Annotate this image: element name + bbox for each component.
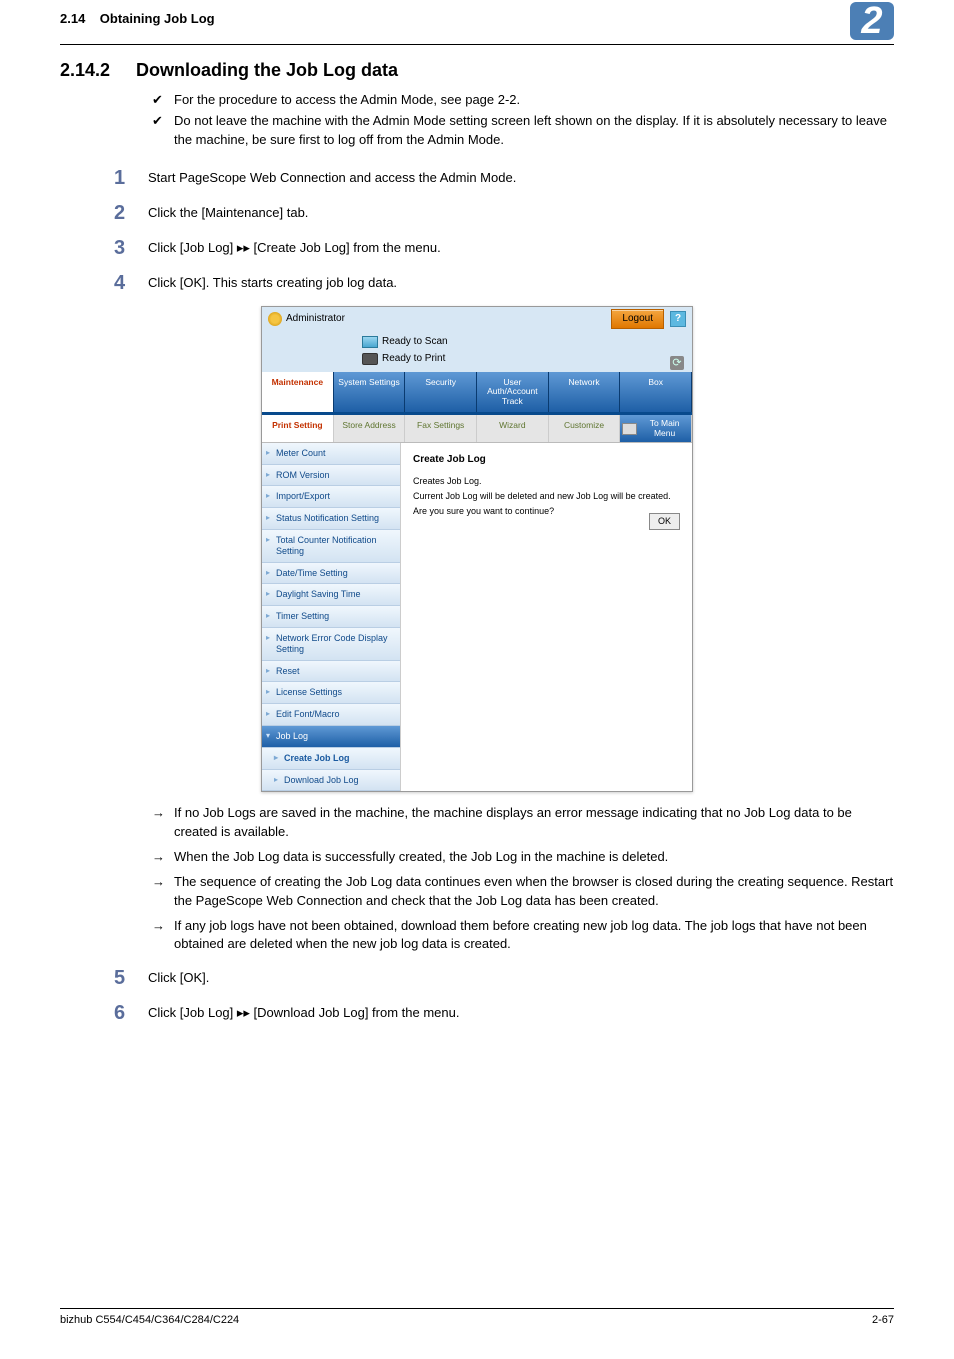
sidebar-item-rom-version[interactable]: ROM Version bbox=[262, 465, 400, 487]
content-title: Create Job Log bbox=[413, 453, 680, 468]
step-number: 5 bbox=[114, 964, 148, 993]
subtab-print-setting[interactable]: Print Setting bbox=[262, 415, 334, 442]
admin-icon bbox=[268, 312, 282, 326]
main-tabs: Maintenance System Settings Security Use… bbox=[262, 372, 692, 415]
sidebar-item-network-error[interactable]: Network Error Code Display Setting bbox=[262, 628, 400, 661]
tab-box[interactable]: Box bbox=[620, 372, 692, 412]
sidebar-item-daylight-saving[interactable]: Daylight Saving Time bbox=[262, 584, 400, 606]
sidebar-item-meter-count[interactable]: Meter Count bbox=[262, 443, 400, 465]
step-text: Click [Job Log] ▸▸ [Download Job Log] fr… bbox=[148, 999, 460, 1023]
sidebar-item-reset[interactable]: Reset bbox=[262, 661, 400, 683]
subtab-customize[interactable]: Customize bbox=[549, 415, 621, 442]
screenshot-titlebar: Administrator Logout ? bbox=[262, 307, 692, 332]
tab-maintenance[interactable]: Maintenance bbox=[262, 372, 334, 412]
tab-system-settings[interactable]: System Settings bbox=[334, 372, 406, 412]
note-item: If no Job Logs are saved in the machine,… bbox=[152, 804, 894, 842]
sub-tabs: Print Setting Store Address Fax Settings… bbox=[262, 415, 692, 443]
step-text: Click [OK]. This starts creating job log… bbox=[148, 269, 397, 293]
ok-button[interactable]: OK bbox=[649, 513, 680, 530]
step-number: 2 bbox=[114, 199, 148, 228]
step-text: Click [OK]. bbox=[148, 964, 209, 988]
sidebar-item-create-job-log[interactable]: Create Job Log bbox=[262, 748, 400, 770]
print-icon bbox=[362, 353, 378, 365]
footer-page: 2-67 bbox=[872, 1313, 894, 1329]
scan-icon bbox=[362, 336, 378, 348]
tab-network[interactable]: Network bbox=[549, 372, 621, 412]
step-number: 4 bbox=[114, 269, 148, 298]
content-line: Creates Job Log. bbox=[413, 475, 680, 488]
step-number: 6 bbox=[114, 999, 148, 1028]
sidebar-item-status-notification[interactable]: Status Notification Setting bbox=[262, 508, 400, 530]
sidebar-item-download-job-log[interactable]: Download Job Log bbox=[262, 770, 400, 792]
section-number: 2.14.2 bbox=[60, 57, 110, 83]
keyboard-icon bbox=[622, 423, 637, 435]
sidebar-item-total-counter[interactable]: Total Counter Notification Setting bbox=[262, 530, 400, 563]
subtab-to-main-menu[interactable]: To Main Menu bbox=[620, 415, 692, 442]
step-number: 3 bbox=[114, 234, 148, 263]
sidebar-item-edit-font-macro[interactable]: Edit Font/Macro bbox=[262, 704, 400, 726]
content-line: Are you sure you want to continue? bbox=[413, 505, 680, 518]
sidebar-item-date-time[interactable]: Date/Time Setting bbox=[262, 563, 400, 585]
step-number: 1 bbox=[114, 164, 148, 193]
content-line: Current Job Log will be deleted and new … bbox=[413, 490, 680, 503]
chapter-badge: 2 bbox=[850, 2, 894, 40]
subtab-to-main-label: To Main Menu bbox=[640, 419, 689, 438]
ready-scan-label: Ready to Scan bbox=[382, 335, 448, 350]
page-footer: bizhub C554/C454/C364/C284/C224 2-67 bbox=[60, 1308, 894, 1329]
note-item: The sequence of creating the Job Log dat… bbox=[152, 873, 894, 911]
footer-model: bizhub C554/C454/C364/C284/C224 bbox=[60, 1313, 239, 1329]
tab-security[interactable]: Security bbox=[405, 372, 477, 412]
status-bar: Ready to Scan Ready to Print ⟳ bbox=[262, 331, 692, 372]
help-button[interactable]: ? bbox=[670, 311, 686, 327]
refresh-icon[interactable]: ⟳ bbox=[670, 356, 684, 370]
sidebar: Meter Count ROM Version Import/Export St… bbox=[262, 443, 401, 792]
note-item: If any job logs have not been obtained, … bbox=[152, 917, 894, 955]
section-title: Downloading the Job Log data bbox=[136, 57, 398, 83]
step-text: Start PageScope Web Connection and acces… bbox=[148, 164, 516, 188]
prereq-item: For the procedure to access the Admin Mo… bbox=[152, 91, 894, 110]
section-heading: 2.14.2 Downloading the Job Log data bbox=[60, 57, 894, 83]
sidebar-item-import-export[interactable]: Import/Export bbox=[262, 486, 400, 508]
step-text: Click the [Maintenance] tab. bbox=[148, 199, 308, 223]
prereq-list: For the procedure to access the Admin Mo… bbox=[152, 91, 894, 150]
section-ref: 2.14 bbox=[60, 11, 85, 26]
ready-print-label: Ready to Print bbox=[382, 352, 445, 367]
screenshot-panel: Administrator Logout ? Ready to Scan Rea… bbox=[261, 306, 693, 793]
note-item: When the Job Log data is successfully cr… bbox=[152, 848, 894, 867]
logout-button[interactable]: Logout bbox=[611, 309, 664, 330]
sidebar-item-timer-setting[interactable]: Timer Setting bbox=[262, 606, 400, 628]
notes-list: If no Job Logs are saved in the machine,… bbox=[152, 804, 894, 954]
page-header: 2.14 Obtaining Job Log 2 bbox=[60, 10, 894, 45]
content-pane: Create Job Log Creates Job Log. Current … bbox=[401, 443, 692, 792]
tab-user-auth[interactable]: User Auth/Account Track bbox=[477, 372, 549, 412]
section-label: Obtaining Job Log bbox=[100, 11, 215, 26]
prereq-item: Do not leave the machine with the Admin … bbox=[152, 112, 894, 150]
subtab-fax-settings[interactable]: Fax Settings bbox=[405, 415, 477, 442]
subtab-wizard[interactable]: Wizard bbox=[477, 415, 549, 442]
subtab-store-address[interactable]: Store Address bbox=[334, 415, 406, 442]
admin-label: Administrator bbox=[286, 312, 345, 327]
sidebar-item-job-log[interactable]: Job Log bbox=[262, 726, 400, 748]
sidebar-item-license-settings[interactable]: License Settings bbox=[262, 682, 400, 704]
step-text: Click [Job Log] ▸▸ [Create Job Log] from… bbox=[148, 234, 441, 258]
